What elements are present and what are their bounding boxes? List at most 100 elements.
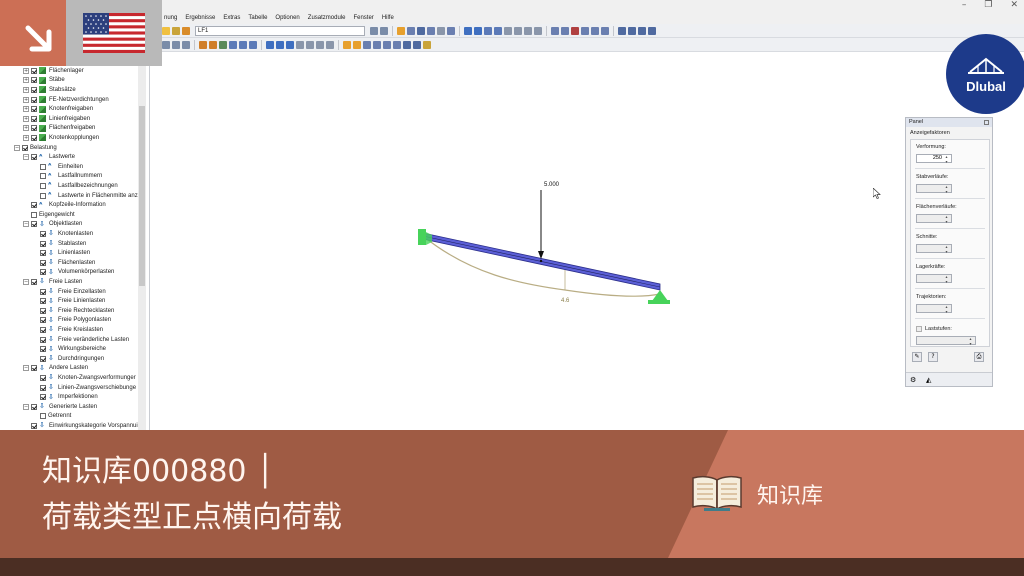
- panel-factor-icon[interactable]: ◭: [926, 376, 931, 384]
- line-icon[interactable]: [561, 26, 569, 35]
- measure-icon[interactable]: [266, 40, 274, 49]
- tree-item-checkbox[interactable]: [31, 154, 37, 161]
- tree-item[interactable]: ⇩ Freie Rechtecklasten: [32, 306, 114, 316]
- select-all-icon[interactable]: [182, 40, 190, 49]
- navigator-scroll-thumb[interactable]: [139, 106, 145, 286]
- support-icon[interactable]: [219, 40, 227, 49]
- tree-item-checkbox[interactable]: [31, 134, 37, 141]
- display-icon[interactable]: [618, 26, 626, 35]
- menu-fenster[interactable]: Fenster: [353, 15, 373, 21]
- grid-icon[interactable]: [628, 26, 636, 35]
- zoom-all-icon[interactable]: [474, 26, 482, 35]
- graphic-print-icon[interactable]: [413, 40, 421, 49]
- laststufen-select[interactable]: [916, 336, 976, 346]
- tree-item-checkbox[interactable]: [40, 346, 46, 353]
- tree-item[interactable]: − ⇩ Objektlasten: [23, 220, 82, 230]
- tree-item[interactable]: ⇩ Knoten-Zwangsverformunger: [32, 373, 136, 383]
- panel-factor-spinner[interactable]: [916, 274, 952, 284]
- tree-item[interactable]: ⇩ Freie veränderliche Lasten: [32, 335, 129, 345]
- expand-icon[interactable]: +: [23, 77, 29, 84]
- view-icon[interactable]: [417, 26, 425, 35]
- panel-factor-spinner[interactable]: [916, 214, 952, 224]
- laststufen-checkbox[interactable]: [916, 326, 922, 332]
- menu-hilfe[interactable]: Hilfe: [382, 15, 394, 21]
- divide-icon[interactable]: [326, 40, 334, 49]
- panel-factor-spinner[interactable]: [916, 304, 952, 314]
- tree-item-checkbox[interactable]: [40, 288, 46, 295]
- tree-item[interactable]: + Flächenfreigaben: [23, 124, 95, 134]
- tree-item-checkbox[interactable]: [40, 173, 46, 180]
- rotate-icon[interactable]: [484, 26, 492, 35]
- tree-item-checkbox[interactable]: [31, 96, 37, 103]
- iso-view-icon[interactable]: [504, 26, 512, 35]
- navigator-scrollbar[interactable]: [138, 66, 146, 430]
- tree-item-checkbox[interactable]: [31, 115, 37, 122]
- tree-item[interactable]: ᴬ Lastwerte in Flächenmitte anz: [32, 191, 138, 201]
- tree-item-checkbox[interactable]: [40, 182, 46, 189]
- tree-item-checkbox[interactable]: [40, 192, 46, 199]
- maximize-button[interactable]: ❐: [984, 0, 992, 10]
- panel-factor-spinner[interactable]: [916, 184, 952, 194]
- tree-item[interactable]: ᴬ Einheiten: [32, 162, 83, 172]
- tree-item-checkbox[interactable]: [40, 326, 46, 333]
- tree-item-checkbox[interactable]: [22, 144, 28, 151]
- tree-item-checkbox[interactable]: [31, 422, 37, 429]
- panel-info-icon[interactable]: ?: [928, 352, 938, 362]
- tree-item[interactable]: ⇩ Knotenlasten: [32, 229, 93, 239]
- results-icon[interactable]: [407, 26, 415, 35]
- tree-item-checkbox[interactable]: [31, 106, 37, 113]
- prev-load-case-icon[interactable]: [370, 26, 378, 35]
- comment-icon[interactable]: [286, 40, 294, 49]
- panel-edit-icon[interactable]: ✎: [912, 352, 922, 362]
- filter-icon[interactable]: [383, 40, 391, 49]
- support-right[interactable]: [648, 290, 670, 304]
- delete-icon[interactable]: [571, 26, 579, 35]
- tree-item[interactable]: ⇩ Stablasten: [32, 239, 86, 249]
- tree-item[interactable]: Getrennt: [32, 412, 71, 422]
- calculate-icon[interactable]: [397, 26, 405, 35]
- tree-item[interactable]: + Linienfreigaben: [23, 114, 90, 124]
- expand-icon[interactable]: +: [23, 134, 29, 141]
- settings-icon[interactable]: [648, 26, 656, 35]
- menu-tabelle[interactable]: Tabelle: [248, 15, 267, 21]
- render-icon[interactable]: [437, 26, 445, 35]
- tree-item[interactable]: ⇩ Durchdringungen: [32, 354, 104, 364]
- material-icon[interactable]: [239, 40, 247, 49]
- check-icon[interactable]: [423, 40, 431, 49]
- front-view-icon[interactable]: [514, 26, 522, 35]
- pan-icon[interactable]: [494, 26, 502, 35]
- side-view-icon[interactable]: [534, 26, 542, 35]
- section-icon[interactable]: [447, 26, 455, 35]
- tree-item-checkbox[interactable]: [31, 278, 37, 285]
- tree-item[interactable]: + Knotenkopplungen: [23, 133, 99, 143]
- tree-item[interactable]: + Stabsätze: [23, 85, 76, 95]
- top-view-icon[interactable]: [524, 26, 532, 35]
- tree-item[interactable]: + FE-Netzverdichtungen: [23, 95, 109, 105]
- tree-item-checkbox[interactable]: [40, 163, 46, 170]
- tree-item[interactable]: ᴬ Lastfallbezeichnungen: [32, 181, 118, 191]
- menu-ergebnisse[interactable]: Ergebnisse: [185, 15, 215, 21]
- deformation-icon[interactable]: [343, 40, 351, 49]
- tree-item-checkbox[interactable]: [40, 307, 46, 314]
- load-case-select[interactable]: LF1: [195, 25, 365, 36]
- hinge-icon[interactable]: [249, 40, 257, 49]
- expand-icon[interactable]: +: [23, 106, 29, 113]
- select-icon[interactable]: [162, 40, 170, 49]
- expand-icon[interactable]: +: [23, 86, 29, 93]
- open-icon[interactable]: [162, 26, 170, 35]
- table-icon[interactable]: [427, 26, 435, 35]
- graphics-workspace[interactable]: 4.6 5.000: [150, 52, 1024, 430]
- print-icon[interactable]: [182, 26, 190, 35]
- tree-item-checkbox[interactable]: [40, 413, 46, 420]
- menu-zusatzmodule[interactable]: Zusatzmodule: [308, 15, 346, 21]
- tree-item-checkbox[interactable]: [40, 298, 46, 305]
- tree-item-checkbox[interactable]: [31, 86, 37, 93]
- solid-icon[interactable]: [601, 26, 609, 35]
- tree-item[interactable]: − ⇩ Andere Lasten: [23, 364, 88, 374]
- report-icon[interactable]: [403, 40, 411, 49]
- values-icon[interactable]: [363, 40, 371, 49]
- tree-item[interactable]: − ⇩ Generierte Lasten: [23, 402, 97, 412]
- menu-optionen[interactable]: Optionen: [275, 15, 299, 21]
- collapse-icon[interactable]: −: [23, 403, 29, 410]
- mirror-icon[interactable]: [316, 40, 324, 49]
